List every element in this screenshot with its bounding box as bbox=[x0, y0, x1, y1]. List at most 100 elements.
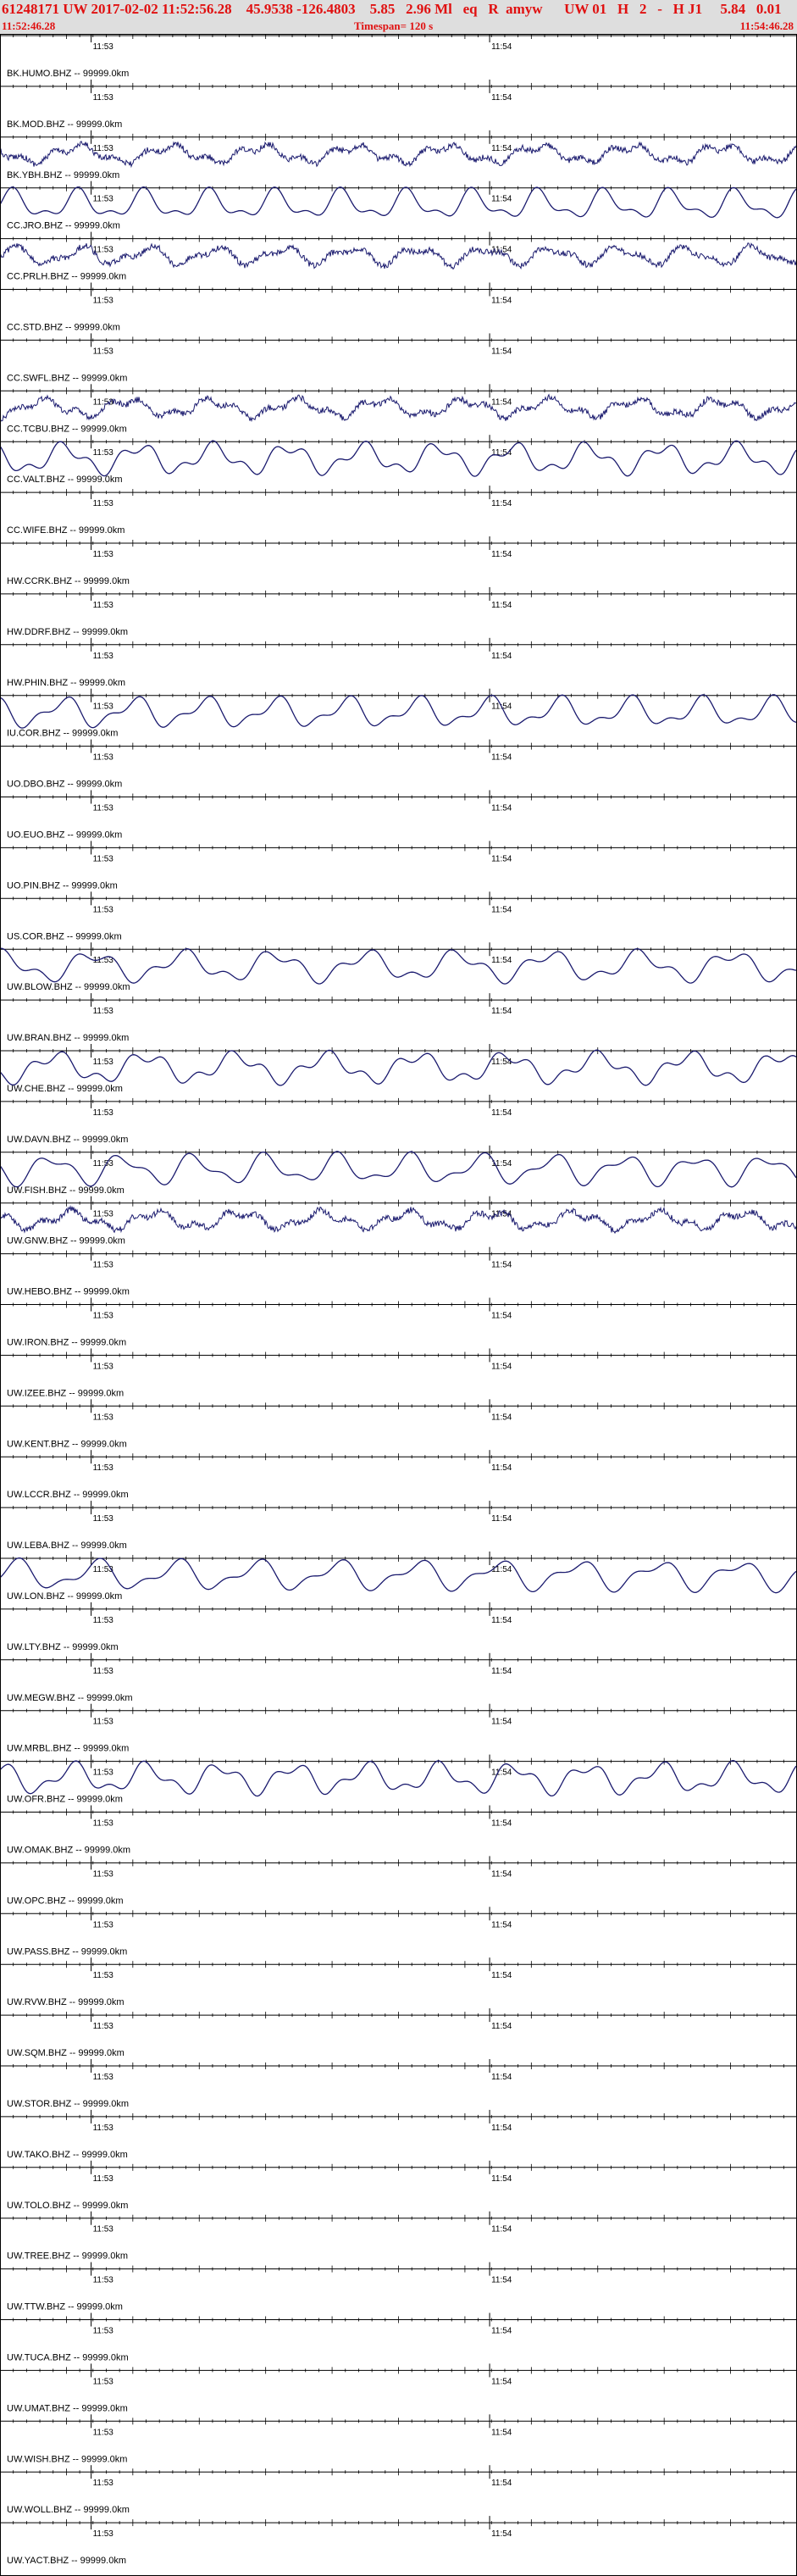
trace-42: 11:53 11:54 UW.TOLO.BHZ -- 99999.0km bbox=[0, 2160, 797, 2211]
minute-label: 11:53 bbox=[93, 1362, 114, 1371]
minute-label: 11:54 bbox=[491, 397, 512, 407]
station-label: IU.COR.BHZ -- 99999.0km bbox=[7, 729, 118, 739]
trace-12: 11:53 11:54 HW.PHIN.BHZ -- 99999.0km bbox=[0, 637, 797, 688]
minute-label: 11:53 bbox=[93, 1920, 114, 1929]
trace-4: 11:53 11:54CC.PRLH.BHZ -- 99999.0km bbox=[0, 231, 797, 282]
trace-41: 11:53 11:54 UW.TAKO.BHZ -- 99999.0km bbox=[0, 2109, 797, 2160]
minute-label: 11:54 bbox=[491, 1718, 512, 1727]
trace-7: 11:53 11:54 CC.TCBU.BHZ -- 99999.0km bbox=[0, 384, 797, 434]
minute-label: 11:53 bbox=[93, 2174, 114, 2184]
minute-label: 11:53 bbox=[93, 1565, 114, 1574]
station-label: UW.DAVN.BHZ -- 99999.0km bbox=[7, 1135, 128, 1145]
trace-33: 11:53 11:54 UW.MRBL.BHZ -- 99999.0km bbox=[0, 1703, 797, 1754]
minute-label: 11:54 bbox=[491, 1058, 512, 1067]
trace-40: 11:53 11:54 UW.STOR.BHZ -- 99999.0km bbox=[0, 2059, 797, 2109]
minute-label: 11:53 bbox=[93, 1718, 114, 1727]
end-time-label: 11:54:46.28 bbox=[739, 19, 794, 32]
trace-5: 11:53 11:54 CC.STD.BHZ -- 99999.0km bbox=[0, 282, 797, 333]
trace-35: 11:53 11:54 UW.OMAK.BHZ -- 99999.0km bbox=[0, 1805, 797, 1856]
minute-label: 11:53 bbox=[93, 195, 114, 204]
minute-label: 11:53 bbox=[93, 144, 114, 153]
trace-47: 11:53 11:54 UW.WISH.BHZ -- 99999.0km bbox=[0, 2414, 797, 2464]
minute-label: 11:53 bbox=[93, 1869, 114, 1879]
minute-label: 11:54 bbox=[491, 1261, 512, 1270]
trace-32: 11:53 11:54 UW.MEGW.BHZ -- 99999.0km bbox=[0, 1652, 797, 1703]
minute-label: 11:54 bbox=[491, 2225, 512, 2235]
trace-11: 11:53 11:54 HW.DDRF.BHZ -- 99999.0km bbox=[0, 586, 797, 637]
station-label: UW.GNW.BHZ -- 99999.0km bbox=[7, 1236, 125, 1246]
trace-1: 11:53 11:54 BK.MOD.BHZ -- 99999.0km bbox=[0, 79, 797, 130]
station-label: UW.FISH.BHZ -- 99999.0km bbox=[7, 1185, 125, 1196]
timespan-label: Timespan= 120 s bbox=[354, 19, 434, 32]
minute-label: 11:53 bbox=[93, 905, 114, 914]
waveform-line bbox=[0, 393, 797, 423]
minute-label: 11:53 bbox=[93, 550, 114, 559]
station-label: UO.EUO.BHZ -- 99999.0km bbox=[7, 830, 122, 841]
station-label: UW.STOR.BHZ -- 99999.0km bbox=[7, 2099, 129, 2109]
trace-38: 11:53 11:54 UW.RVW.BHZ -- 99999.0km bbox=[0, 1957, 797, 2007]
minute-label: 11:53 bbox=[93, 1159, 114, 1169]
minute-label: 11:53 bbox=[93, 2529, 114, 2539]
minute-label: 11:53 bbox=[93, 93, 114, 103]
minute-label: 11:54 bbox=[491, 956, 512, 965]
event-header: 61248171 UW 2017-02-02 11:52:56.28 45.95… bbox=[0, 0, 797, 35]
minute-label: 11:54 bbox=[491, 1667, 512, 1676]
trace-15: 11:53 11:54 UO.EUO.BHZ -- 99999.0km bbox=[0, 790, 797, 841]
trace-30: 11:53 11:54 UW.LON.BHZ -- 99999.0km bbox=[0, 1552, 797, 1602]
trace-23: 11:53 11:54UW.GNW.BHZ -- 99999.0km bbox=[0, 1196, 797, 1246]
station-label: UW.MEGW.BHZ -- 99999.0km bbox=[7, 1693, 133, 1703]
station-label: UW.BRAN.BHZ -- 99999.0km bbox=[7, 1033, 129, 1043]
trace-39: 11:53 11:54 UW.SQM.BHZ -- 99999.0km bbox=[0, 2008, 797, 2058]
minute-label: 11:54 bbox=[491, 1463, 512, 1473]
station-label: CC.TCBU.BHZ -- 99999.0km bbox=[7, 424, 127, 434]
station-label: UW.LON.BHZ -- 99999.0km bbox=[7, 1591, 122, 1602]
station-label: UW.HEBO.BHZ -- 99999.0km bbox=[7, 1287, 130, 1297]
minute-label: 11:54 bbox=[491, 2022, 512, 2031]
waveform-line bbox=[0, 141, 797, 169]
station-label: CC.JRO.BHZ -- 99999.0km bbox=[7, 221, 120, 231]
waveform-line bbox=[0, 1557, 797, 1594]
minute-label: 11:54 bbox=[491, 854, 512, 863]
minute-label: 11:54 bbox=[491, 144, 512, 153]
minute-label: 11:54 bbox=[491, 550, 512, 559]
station-label: UW.TAKO.BHZ -- 99999.0km bbox=[7, 2150, 128, 2160]
minute-label: 11:53 bbox=[93, 2327, 114, 2336]
trace-31: 11:53 11:54 UW.LTY.BHZ -- 99999.0km bbox=[0, 1602, 797, 1652]
waveform-line bbox=[0, 1049, 797, 1086]
minute-label: 11:54 bbox=[491, 42, 512, 52]
station-label: UW.BLOW.BHZ -- 99999.0km bbox=[7, 982, 130, 992]
minute-label: 11:53 bbox=[93, 753, 114, 763]
trace-9: 11:53 11:54 CC.WIFE.BHZ -- 99999.0km bbox=[0, 486, 797, 536]
event-summary-line: 61248171 UW 2017-02-02 11:52:56.28 45.95… bbox=[2, 1, 782, 17]
trace-44: 11:53 11:54 UW.TTW.BHZ -- 99999.0km bbox=[0, 2262, 797, 2312]
trace-29: 11:53 11:54 UW.LEBA.BHZ -- 99999.0km bbox=[0, 1501, 797, 1551]
minute-label: 11:54 bbox=[491, 905, 512, 914]
minute-label: 11:54 bbox=[491, 1362, 512, 1371]
trace-37: 11:53 11:54 UW.PASS.BHZ -- 99999.0km bbox=[0, 1907, 797, 1957]
minute-label: 11:54 bbox=[491, 1819, 512, 1829]
trace-46: 11:53 11:54 UW.UMAT.BHZ -- 99999.0km bbox=[0, 2363, 797, 2413]
minute-label: 11:54 bbox=[491, 195, 512, 204]
minute-label: 11:54 bbox=[491, 2276, 512, 2285]
waveform-line bbox=[0, 694, 797, 729]
station-label: CC.STD.BHZ -- 99999.0km bbox=[7, 323, 120, 333]
minute-label: 11:53 bbox=[93, 804, 114, 813]
waveform-line bbox=[0, 1204, 797, 1235]
trace-36: 11:53 11:54 UW.OPC.BHZ -- 99999.0km bbox=[0, 1856, 797, 1906]
minute-label: 11:53 bbox=[93, 2276, 114, 2285]
minute-label: 11:53 bbox=[93, 1971, 114, 1980]
minute-label: 11:54 bbox=[491, 1869, 512, 1879]
trace-17: 11:53 11:54 US.COR.BHZ -- 99999.0km bbox=[0, 891, 797, 941]
trace-8: 11:53 11:54CC.VALT.BHZ -- 99999.0km bbox=[0, 435, 797, 485]
trace-28: 11:53 11:54 UW.LCCR.BHZ -- 99999.0km bbox=[0, 1450, 797, 1500]
station-label: UW.LCCR.BHZ -- 99999.0km bbox=[7, 1490, 129, 1500]
station-label: BK.YBH.BHZ -- 99999.0km bbox=[7, 170, 119, 180]
minute-label: 11:54 bbox=[491, 2327, 512, 2336]
minute-label: 11:54 bbox=[491, 93, 512, 103]
station-label: CC.PRLH.BHZ -- 99999.0km bbox=[7, 272, 126, 282]
minute-label: 11:53 bbox=[93, 2022, 114, 2031]
minute-label: 11:54 bbox=[491, 804, 512, 813]
minute-label: 11:54 bbox=[491, 1514, 512, 1524]
station-label: UW.SQM.BHZ -- 99999.0km bbox=[7, 2048, 125, 2058]
station-label: UO.DBO.BHZ -- 99999.0km bbox=[7, 780, 122, 790]
